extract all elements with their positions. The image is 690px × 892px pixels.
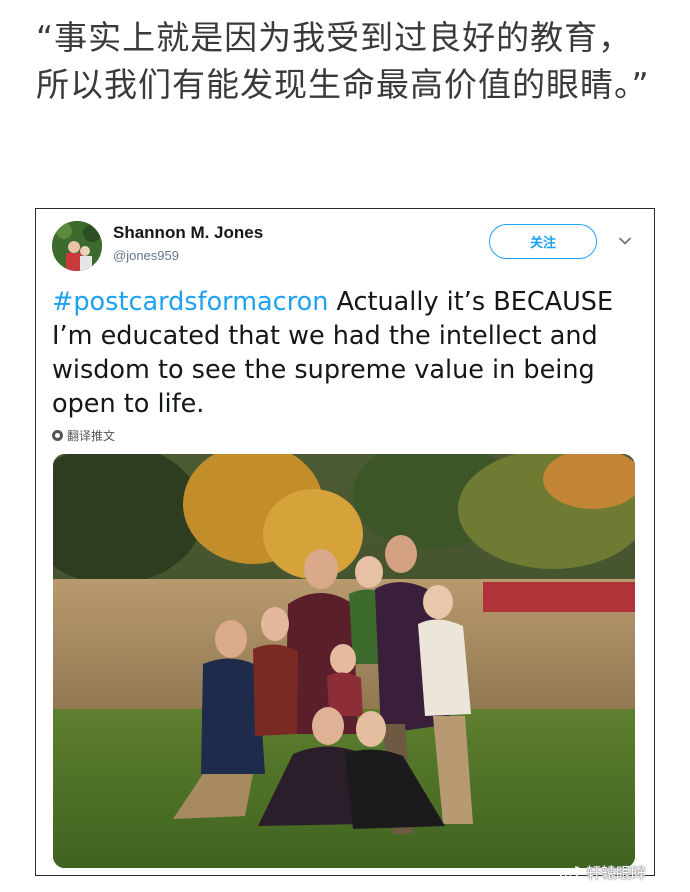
hashtag-link[interactable]: #postcardsformacron bbox=[52, 287, 328, 317]
tweet-card: Shannon M. Jones @jones959 关注 #postcards… bbox=[35, 208, 655, 876]
tweet-text: #postcardsformacron Actually it’s BECAUS… bbox=[52, 285, 647, 421]
user-handle[interactable]: @jones959 bbox=[113, 248, 179, 263]
watermark-text: 轩辕眼眸 bbox=[586, 864, 647, 882]
chevron-down-icon[interactable] bbox=[618, 234, 632, 248]
weibo-icon bbox=[560, 865, 581, 882]
translate-label: 翻译推文 bbox=[67, 429, 116, 443]
weibo-watermark: 轩辕眼眸 bbox=[560, 862, 646, 883]
tweet-photo[interactable] bbox=[53, 454, 635, 868]
avatar[interactable] bbox=[52, 221, 102, 271]
globe-icon bbox=[52, 430, 63, 441]
follow-button[interactable]: 关注 bbox=[489, 224, 597, 259]
display-name[interactable]: Shannon M. Jones bbox=[113, 223, 263, 243]
translate-tweet-link[interactable]: 翻译推文 bbox=[52, 427, 115, 444]
quote-text: “事实上就是因为我受到过良好的教育，所以我们有能发现生命最高价值的眼睛。” bbox=[36, 18, 650, 104]
